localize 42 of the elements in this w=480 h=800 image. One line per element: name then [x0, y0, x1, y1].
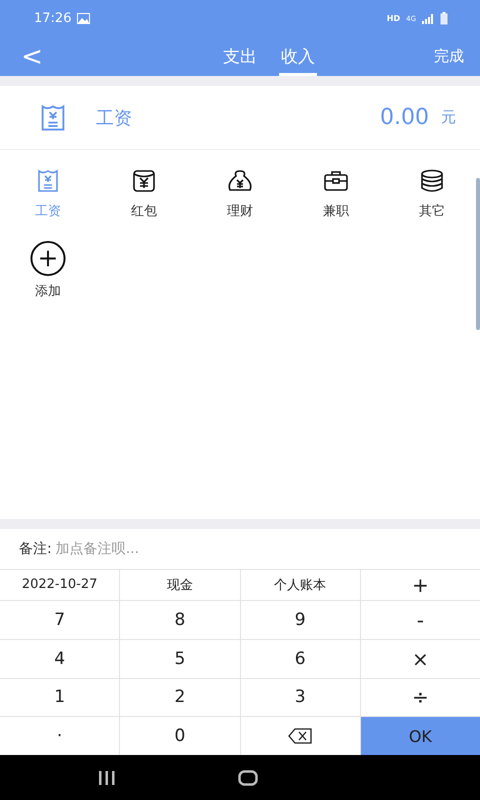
- remark-label: 备注:: [19, 540, 52, 558]
- remark-input[interactable]: 加点备注呗...: [56, 540, 356, 557]
- status-time: 17:26: [34, 11, 72, 26]
- coin-stack-icon: [419, 168, 445, 194]
- operator-key[interactable]: ×: [360, 640, 480, 678]
- operator-key[interactable]: -: [360, 600, 480, 639]
- operator-key[interactable]: +: [360, 570, 480, 600]
- number-key[interactable]: 3: [240, 678, 360, 716]
- number-key[interactable]: 9: [240, 600, 360, 639]
- battery-icon: [440, 12, 448, 26]
- number-key[interactable]: 6: [240, 640, 360, 678]
- number-key[interactable]: 2: [120, 678, 240, 716]
- category-item[interactable]: 添加: [0, 240, 96, 304]
- option-key[interactable]: 2022-10-27: [0, 570, 120, 600]
- number-key[interactable]: 4: [0, 640, 120, 678]
- operator-key[interactable]: ÷: [360, 678, 480, 716]
- backspace-icon: [288, 728, 312, 744]
- number-key[interactable]: 0: [120, 717, 240, 756]
- image-icon: [77, 13, 90, 24]
- ok-button[interactable]: OK: [360, 717, 480, 756]
- receipt-icon: [35, 168, 61, 194]
- option-key[interactable]: 现金: [120, 570, 240, 600]
- signal-icon: [422, 14, 434, 24]
- number-key[interactable]: ·: [0, 717, 120, 756]
- currency-unit: 元: [441, 108, 456, 128]
- category-item[interactable]: 兼职: [288, 164, 384, 228]
- hd-indicator: HD: [386, 14, 400, 24]
- number-key[interactable]: 5: [120, 640, 240, 678]
- category-item[interactable]: 其它: [384, 164, 480, 228]
- backspace-key[interactable]: [240, 717, 360, 756]
- category-item[interactable]: 理财: [192, 164, 288, 228]
- envelope-icon: [131, 168, 157, 194]
- amount-value: 0.00: [380, 105, 429, 130]
- recents-icon[interactable]: [98, 770, 116, 785]
- number-key[interactable]: 7: [0, 600, 120, 639]
- add-icon: [29, 240, 67, 278]
- number-key[interactable]: 8: [120, 600, 240, 639]
- home-icon[interactable]: [238, 770, 258, 786]
- category-label: 工资: [96, 106, 133, 130]
- option-key[interactable]: 个人账本: [240, 570, 360, 600]
- number-key[interactable]: 1: [0, 678, 120, 716]
- category-item[interactable]: 红包: [96, 164, 192, 228]
